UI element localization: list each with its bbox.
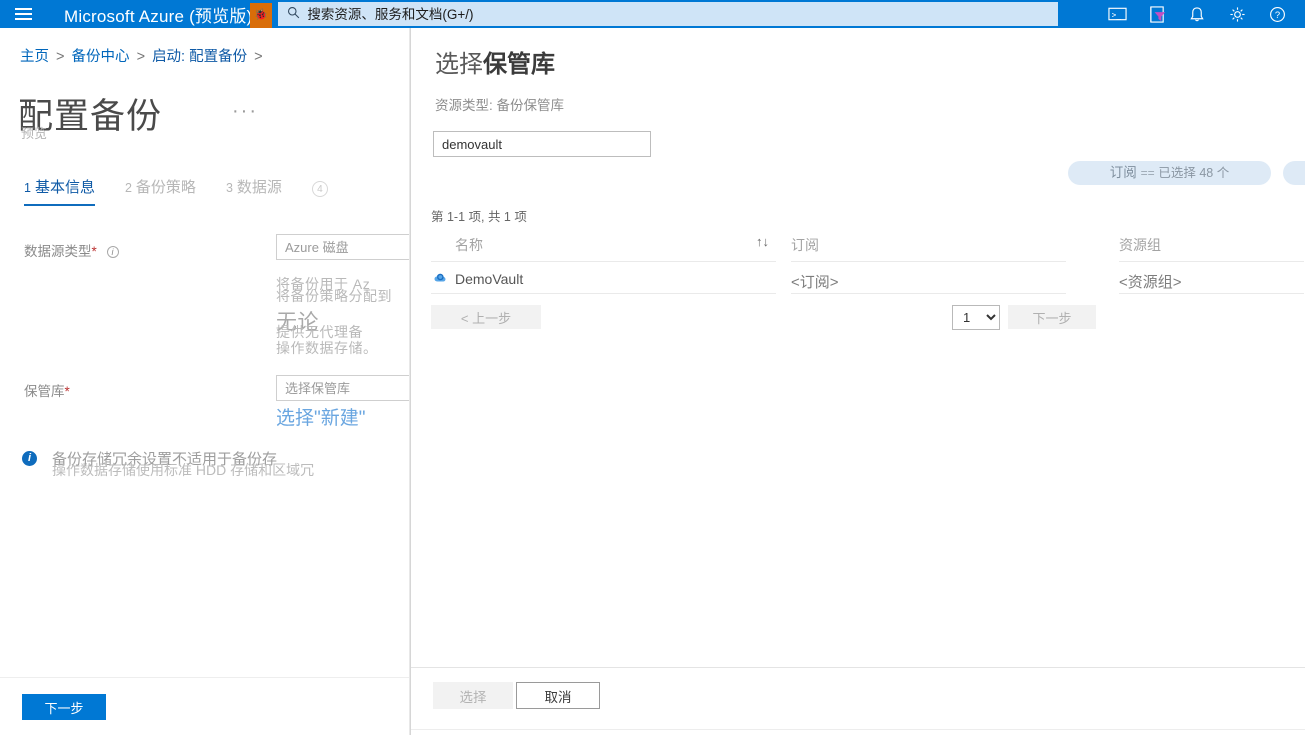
blade-footer: 选择 取消 <box>411 667 1305 735</box>
brand-label: Microsoft Azure (预览版) <box>64 6 253 26</box>
svg-text:>_: >_ <box>1111 10 1121 19</box>
tab-datasource[interactable]: 3 数据源 <box>226 176 282 206</box>
cancel-button[interactable]: 取消 <box>516 682 600 709</box>
column-header-resource-group[interactable]: 资源组 <box>1119 235 1161 255</box>
tab-four-number: 4 <box>311 181 328 197</box>
table-header-rule <box>431 261 776 262</box>
result-count-text: 第 1-1 项, 共 1 项 <box>431 210 527 224</box>
vault-search-input[interactable] <box>433 131 651 157</box>
breadcrumb-item-home[interactable]: 主页 <box>20 49 49 65</box>
search-icon <box>279 6 307 22</box>
ghost-text-2: 将备份策略分配到 <box>276 288 392 304</box>
breadcrumb: 主页 > 备份中心 > 启动: 配置备份 > <box>20 45 266 66</box>
select-button[interactable]: 选择 <box>433 682 513 709</box>
table-row-rule <box>1119 293 1304 294</box>
tab-backup-policy[interactable]: 2 备份策略 <box>125 176 196 206</box>
vault-select-input[interactable]: 选择保管库 <box>276 375 409 401</box>
blade-title-prefix: 选择 <box>435 51 483 78</box>
info-circle-icon: i <box>22 451 37 466</box>
blade-title-strong: 保管库 <box>483 51 555 78</box>
vault-label: 保管库* <box>24 380 70 400</box>
breadcrumb-item-configure-backup[interactable]: 启动: 配置备份 <box>152 49 247 65</box>
filter-pill-location[interactable]: 位置 == 全部 <box>1283 161 1305 185</box>
blade-subtitle: 资源类型: 备份保管库 <box>435 98 565 113</box>
settings-gear-icon[interactable] <box>1217 0 1257 28</box>
pagination-next-button[interactable]: 下一步 <box>1008 305 1096 329</box>
overflow-menu-icon[interactable]: ··· <box>232 100 258 123</box>
configure-backup-page: 主页 > 备份中心 > 启动: 配置备份 > 配置备份 ··· 预览 1 基本信息… <box>0 28 410 735</box>
info-message-box: i 备份存储冗余设置不适用于备份存 操作数据存储使用标准 HDD 存储和区域冗 <box>18 448 409 494</box>
footer-divider <box>411 729 1305 730</box>
breadcrumb-item-backup-center[interactable]: 备份中心 <box>72 49 130 65</box>
pagination-page-select[interactable]: 1 <box>952 305 1000 330</box>
datasource-type-label-text: 数据源类型 <box>24 244 92 259</box>
tab-datasource-number: 3 <box>225 181 233 195</box>
tab-backup-policy-number: 2 <box>124 181 132 195</box>
filter-pill-subscription[interactable]: 订阅 == 已选择 48 个 <box>1068 161 1271 185</box>
info-icon[interactable]: i <box>106 246 119 258</box>
notifications-bell-icon[interactable] <box>1177 0 1217 28</box>
sort-icon[interactable]: ↑↓ <box>756 234 769 249</box>
table-header-rule <box>1119 261 1304 262</box>
wizard-tabs: 1 基本信息 2 备份策略 3 数据源 4 <box>24 176 363 206</box>
breadcrumb-sep: > <box>56 49 65 65</box>
cloud-shell-icon[interactable]: >_ <box>1097 0 1137 28</box>
table-row-rule <box>431 293 776 294</box>
brand-overlay-badge: 🐞 <box>250 2 272 28</box>
pagination-previous-button[interactable]: < 上一步 <box>431 305 541 329</box>
ghost-text-5: 操作数据存储。 <box>276 340 378 356</box>
table-row-rule <box>791 293 1066 294</box>
column-header-subscription[interactable]: 订阅 <box>791 235 819 255</box>
preview-badge: 预览 <box>21 126 48 141</box>
global-search-box[interactable] <box>278 2 1059 26</box>
filter-subscription-op: == <box>1140 166 1155 180</box>
filter-subscription-value: 已选择 48 个 <box>1158 166 1230 180</box>
tab-basics[interactable]: 1 基本信息 <box>24 176 95 206</box>
svg-text:?: ? <box>1274 9 1279 20</box>
filter-subscription-label: 订阅 <box>1109 165 1137 180</box>
select-vault-blade: 选择保管库 资源类型: 备份保管库 订阅 == 已选择 48 个 位置 == 全… <box>410 28 1305 735</box>
hamburger-icon[interactable] <box>0 0 46 28</box>
tab-datasource-label: 数据源 <box>236 179 282 196</box>
table-header-rule <box>791 261 1066 262</box>
tab-four[interactable]: 4 <box>311 179 333 206</box>
datasource-type-select[interactable]: Azure 磁盘 <box>276 234 409 260</box>
cell-subscription: <订阅> <box>791 274 839 291</box>
info-message-line-2: 操作数据存储使用标准 HDD 存储和区域冗 <box>52 462 315 478</box>
breadcrumb-sep: > <box>254 49 263 65</box>
help-icon[interactable]: ? <box>1257 0 1297 28</box>
directory-filter-icon[interactable] <box>1137 0 1177 28</box>
cell-vault-name[interactable]: DemoVault <box>455 271 523 287</box>
top-bar-icon-group: >_ ? <box>1097 0 1305 28</box>
page-footer: 下一步 <box>0 677 409 735</box>
search-input[interactable] <box>307 6 1058 22</box>
required-marker: * <box>64 384 70 399</box>
create-new-vault-link[interactable]: 选择"新建" <box>276 403 366 430</box>
next-button[interactable]: 下一步 <box>22 694 106 720</box>
tab-basics-number: 1 <box>24 181 31 195</box>
vault-label-text: 保管库 <box>24 384 65 399</box>
azure-top-bar: Microsoft Azure (预览版) 🐞 >_ <box>0 0 1305 28</box>
azure-brand-title[interactable]: Microsoft Azure (预览版) 🐞 <box>46 2 272 28</box>
vault-cloud-icon <box>433 270 449 286</box>
tab-basics-label: 基本信息 <box>34 179 95 196</box>
blade-title: 选择保管库 <box>435 44 555 79</box>
tab-backup-policy-label: 备份策略 <box>135 179 196 196</box>
cell-resource-group: <资源组> <box>1119 274 1182 291</box>
required-marker: * <box>91 244 97 259</box>
breadcrumb-sep: > <box>136 49 146 65</box>
column-header-name[interactable]: 名称 <box>455 235 483 255</box>
datasource-type-label: 数据源类型* i <box>24 240 119 260</box>
